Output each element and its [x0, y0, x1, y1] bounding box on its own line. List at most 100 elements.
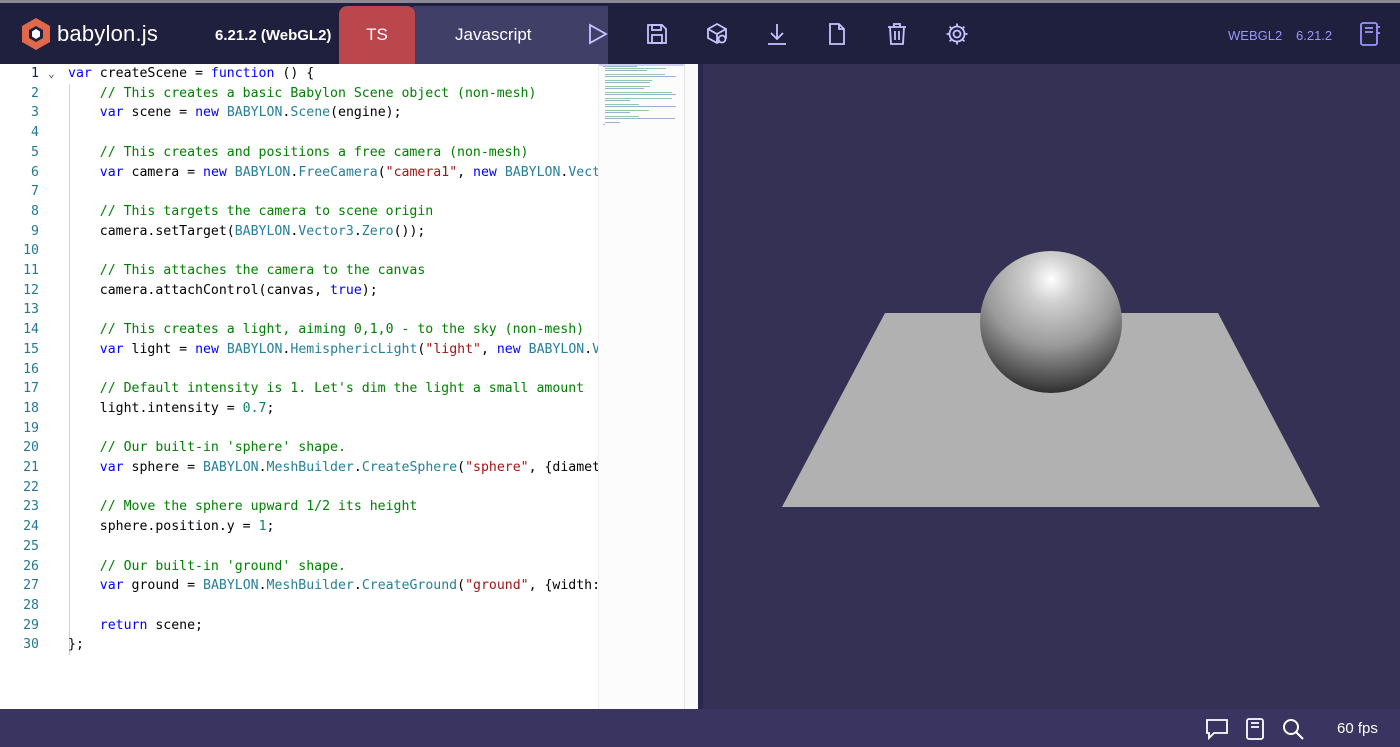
minimap-line [605, 116, 640, 117]
code-line[interactable]: 27 var ground = BABYLON.MeshBuilder.Crea… [0, 576, 598, 596]
code-text: // Our built-in 'sphere' shape. [99, 440, 346, 456]
minimap-line [605, 98, 673, 99]
code-text: // Our built-in 'ground' shape. [99, 558, 346, 574]
minimap-line [605, 100, 630, 101]
code-line[interactable]: 25 [0, 537, 598, 557]
minimap[interactable] [598, 64, 685, 709]
engine-version-label[interactable]: 6.21.2 [1296, 28, 1332, 43]
line-number: 3 [31, 105, 39, 121]
clear-icon [888, 23, 906, 45]
minimap-line [603, 124, 606, 125]
line-number: 20 [23, 440, 39, 456]
code-text: // Move the sphere upward 1/2 its height [99, 499, 418, 515]
examples-button[interactable] [1357, 19, 1383, 49]
code-text: var ground = BABYLON.MeshBuilder.CreateG… [99, 578, 598, 594]
download-icon [768, 24, 786, 45]
editor-scrollbar[interactable] [684, 64, 699, 709]
code-line[interactable]: 26 // Our built-in 'ground' shape. [0, 557, 598, 577]
code-text: var sphere = BABYLON.MeshBuilder.CreateS… [99, 460, 598, 475]
code-line[interactable]: 29 return scene; [0, 616, 598, 636]
code-line[interactable]: 28 [0, 596, 598, 616]
tab-javascript-label: Javascript [455, 25, 532, 44]
clear-button[interactable] [884, 20, 910, 48]
sphere-mesh [980, 251, 1122, 393]
new-file-icon [829, 23, 845, 45]
minimap-line [605, 74, 665, 75]
code-line[interactable]: 10 [0, 241, 598, 261]
code-line[interactable]: 18 light.intensity = 0.7; [0, 399, 598, 419]
code-text: // Default intensity is 1. Let's dim the… [99, 381, 585, 397]
code-line[interactable]: 9 camera.setTarget(BABYLON.Vector3.Zero(… [0, 222, 598, 242]
code-editor[interactable]: 1 ⌄ var createScene = function () {2 // Th… [0, 64, 699, 709]
minimap-line [605, 88, 644, 89]
run-button[interactable] [584, 20, 610, 48]
tab-javascript[interactable]: Javascript [408, 6, 608, 64]
code-line[interactable]: 7 [0, 182, 598, 202]
save-button[interactable] [644, 20, 670, 48]
line-number: 22 [23, 479, 39, 495]
code-line[interactable]: 21 var sphere = BABYLON.MeshBuilder.Crea… [0, 458, 598, 478]
code-line[interactable]: 22 [0, 478, 598, 498]
render-canvas[interactable] [703, 64, 1400, 709]
engine-label[interactable]: WEBGL2 [1228, 28, 1282, 43]
settings-button[interactable] [944, 20, 970, 48]
minimap-line [605, 92, 673, 93]
feedback-button[interactable] [1204, 717, 1230, 741]
babylon-logo[interactable]: babylon.js [21, 17, 158, 51]
version-label[interactable]: 6.21.2 (WebGL2) [215, 27, 331, 44]
code-lines[interactable]: 1 ⌄ var createScene = function () {2 // Th… [0, 64, 598, 709]
inspector-button[interactable] [704, 20, 730, 48]
minimap-line [605, 76, 676, 77]
code-line[interactable]: 20 // Our built-in 'sphere' shape. [0, 438, 598, 458]
minimap-line [605, 110, 650, 111]
line-number: 29 [23, 617, 39, 633]
code-text: light.intensity = 0.7; [68, 400, 275, 416]
code-line[interactable]: 12 camera.attachControl(canvas, true); [0, 281, 598, 301]
code-text: var createScene = function () { [68, 66, 315, 81]
fps-counter: 60 fps [1337, 720, 1378, 737]
new-button[interactable] [824, 20, 850, 48]
code-line[interactable]: 23 // Move the sphere upward 1/2 its hei… [0, 497, 598, 517]
code-line[interactable]: 17 // Default intensity is 1. Let's dim … [0, 379, 598, 399]
minimap-line [605, 94, 676, 95]
download-button[interactable] [764, 20, 790, 48]
code-line[interactable]: 11 // This attaches the camera to the ca… [0, 261, 598, 281]
line-number: 7 [31, 184, 39, 200]
search-icon [1283, 719, 1304, 740]
minimap-line [605, 106, 676, 107]
line-number: 10 [23, 243, 39, 259]
line-number: 30 [23, 637, 39, 653]
code-line[interactable]: 30}; [0, 635, 598, 655]
code-line[interactable]: 24 sphere.position.y = 1; [0, 517, 598, 537]
line-number: 24 [23, 519, 39, 535]
code-line[interactable]: 5 // This creates and positions a free c… [0, 143, 598, 163]
feedback-icon [1206, 719, 1228, 740]
code-line[interactable]: 14 // This creates a light, aiming 0,1,0… [0, 320, 598, 340]
minimap-line [605, 86, 651, 87]
search-button[interactable] [1280, 717, 1306, 741]
code-line[interactable]: 1 ⌄ var createScene = function () { [0, 64, 598, 84]
fold-chevron-icon[interactable]: ⌄ [48, 64, 62, 84]
code-text: // This attaches the camera to the canva… [99, 263, 426, 278]
docs-button[interactable] [1242, 717, 1268, 741]
footer-bar: 60 fps [0, 709, 1400, 747]
code-line[interactable]: 16 [0, 360, 598, 380]
minimap-line [605, 122, 620, 123]
line-number: 5 [31, 144, 39, 160]
code-line[interactable]: 3 var scene = new BABYLON.Scene(engine); [0, 103, 598, 123]
code-line[interactable]: 2 // This creates a basic Babylon Scene … [0, 84, 598, 104]
code-line[interactable]: 15 var light = new BABYLON.HemisphericLi… [0, 340, 598, 360]
code-line[interactable]: 19 [0, 419, 598, 439]
line-number: 8 [31, 203, 39, 219]
code-text: camera.setTarget(BABYLON.Vector3.Zero())… [68, 223, 426, 239]
line-number: 12 [23, 282, 39, 298]
header-bar: babylon.js 6.21.2 (WebGL2) Javascript TS… [0, 3, 1400, 64]
line-number: 26 [23, 558, 39, 574]
code-line[interactable]: 13 [0, 300, 598, 320]
tab-typescript[interactable]: TS [339, 6, 415, 64]
code-line[interactable]: 6 var camera = new BABYLON.FreeCamera("c… [0, 163, 598, 183]
code-line[interactable]: 8 // This targets the camera to scene or… [0, 202, 598, 222]
code-text: var camera = new BABYLON.FreeCamera("cam… [99, 164, 598, 180]
minimap-line [605, 104, 640, 105]
code-line[interactable]: 4 [0, 123, 598, 143]
